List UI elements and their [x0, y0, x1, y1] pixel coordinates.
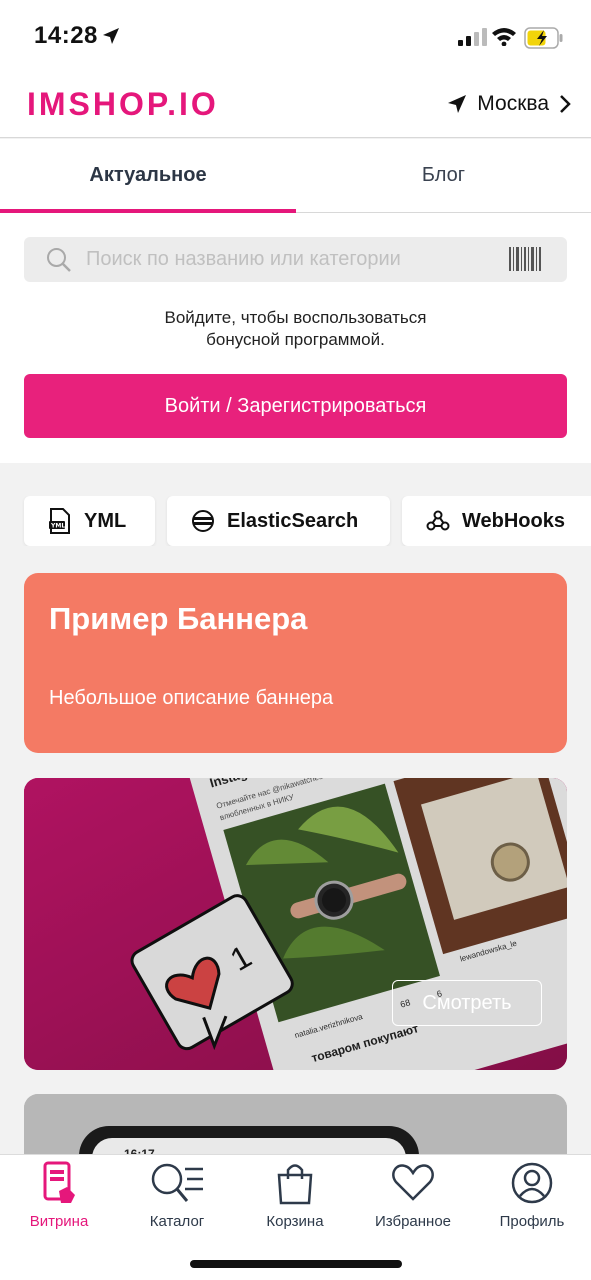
view-button[interactable]: Смотреть: [392, 980, 542, 1026]
tab-actual[interactable]: Актуальное: [0, 139, 296, 212]
barcode-scan-icon[interactable]: [509, 247, 541, 271]
home-indicator: [190, 1260, 402, 1268]
app-header: IMSHOP.IO Москва: [0, 76, 591, 138]
logo: IMSHOP.IO: [27, 86, 219, 122]
tab-blog[interactable]: Блог: [296, 139, 591, 212]
tabbar-catalog[interactable]: Каталог: [118, 1159, 236, 1235]
login-register-button[interactable]: Войти / Зарегистрироваться: [24, 374, 567, 438]
tabbar-label: Витрина: [29, 1213, 89, 1230]
search-input[interactable]: Поиск по названию или категории: [86, 248, 401, 271]
location-arrow-icon: [103, 28, 119, 44]
webhooks-icon: [426, 510, 450, 531]
login-panel: Поиск по названию или категории Войдите,…: [0, 213, 591, 463]
chevron-right-icon: [560, 95, 571, 113]
banner-description: Небольшое описание баннера: [49, 687, 334, 709]
profile-icon: [511, 1162, 553, 1204]
login-prompt-line1: Войдите, чтобы воспользоваться: [164, 308, 427, 327]
cellular-signal-icon: [458, 28, 487, 46]
shopping-bag-icon: [277, 1164, 313, 1205]
banner-title: Пример Баннера: [49, 601, 308, 636]
chip-elasticsearch[interactable]: ElasticSearch: [167, 496, 390, 546]
tabbar-label: Корзина: [266, 1213, 324, 1230]
tabbar-storefront[interactable]: Витрина: [0, 1159, 118, 1235]
city-name: Москва: [477, 92, 549, 115]
elasticsearch-icon: [192, 510, 214, 532]
chip-label: WebHooks: [462, 509, 565, 532]
storefront-icon: [43, 1161, 75, 1203]
chip-label: YML: [84, 509, 127, 532]
tabbar-label: Избранное: [374, 1213, 452, 1230]
wifi-icon: [492, 28, 516, 46]
chip-yml[interactable]: YML YML: [24, 496, 155, 546]
search-icon: [47, 248, 71, 272]
banner-example[interactable]: Пример Баннера Небольшое описание баннер…: [24, 573, 567, 753]
banner-illustration: Instagram от Отмечайте нас @nikawatches …: [24, 778, 567, 1070]
catalog-search-icon: [151, 1163, 203, 1202]
tabbar-label: Каталог: [149, 1213, 205, 1230]
status-bar: 14:28: [0, 0, 591, 76]
file-yml-icon: YML: [49, 508, 70, 534]
tabbar-label: Профиль: [499, 1213, 565, 1230]
city-selector[interactable]: Москва: [447, 92, 571, 116]
chip-label: ElasticSearch: [227, 509, 359, 532]
chip-webhooks[interactable]: WebHooks: [402, 496, 591, 546]
top-tabs: Актуальное Блог: [0, 139, 591, 213]
tabbar-favorites[interactable]: Избранное: [354, 1159, 472, 1235]
login-prompt-line2: бонусной программой.: [206, 330, 385, 349]
search-bar[interactable]: Поиск по названию или категории: [24, 237, 567, 282]
login-prompt: Войдите, чтобы воспользоваться бонусной …: [0, 307, 591, 351]
svg-text:YML: YML: [50, 523, 65, 530]
tabbar-profile[interactable]: Профиль: [473, 1159, 591, 1235]
integration-chips: YML YML ElasticSearch WebHooks: [0, 496, 591, 546]
tabbar-cart[interactable]: Корзина: [236, 1159, 354, 1235]
status-time: 14:28: [34, 22, 98, 49]
banner-instagram-promo[interactable]: Instagram от Отмечайте нас @nikawatches …: [24, 778, 567, 1070]
heart-icon: [392, 1164, 434, 1201]
location-arrow-icon: [448, 95, 467, 113]
battery-charging-icon: [524, 27, 563, 49]
